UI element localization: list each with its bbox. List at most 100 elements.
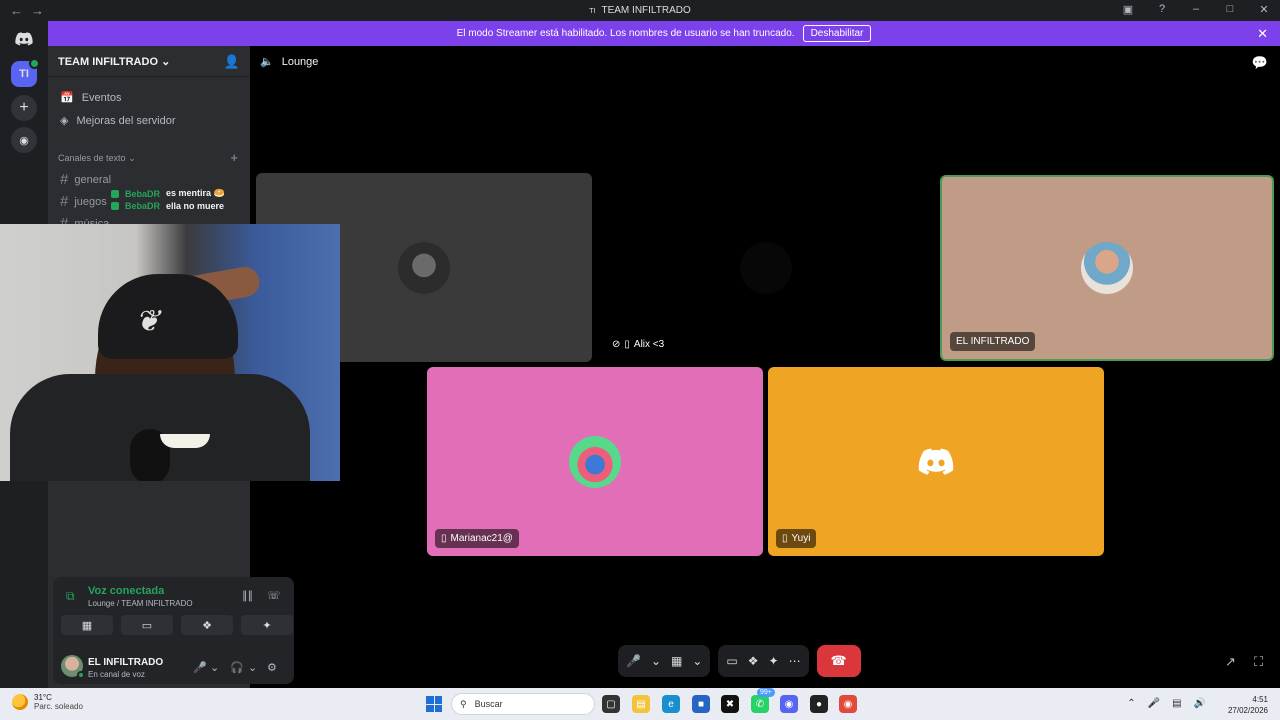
volume-icon[interactable]: 🔊 (1194, 698, 1206, 709)
sidebar-item-events[interactable]: 📅 Eventos (60, 91, 121, 105)
taskbar-search[interactable]: ⚲ Buscar (451, 693, 595, 715)
mobile-icon: ▯ (441, 533, 447, 544)
share-controls[interactable]: ▭ ❖ ✦ ⋯ (718, 645, 809, 677)
obs-icon[interactable]: ● (810, 695, 828, 713)
channel-juegos[interactable]: # juegos (60, 193, 107, 210)
store-icon[interactable]: ■ (692, 695, 710, 713)
window-titlebar: ←→ TI TEAM INFILTRADO ▣ ? – □ ✕ (0, 0, 1280, 21)
boost-icon: ◈ (60, 115, 69, 127)
sidebar-item-boosts[interactable]: ◈ Mejoras del servidor (60, 114, 176, 128)
settings-gear-icon[interactable]: ⚙ (267, 661, 277, 674)
streamer-webcam-overlay: ❦ (0, 224, 340, 481)
server-team-infiltrado[interactable]: TI (11, 58, 40, 87)
invite-people-icon[interactable]: 👤 (224, 54, 240, 70)
participant-tile[interactable]: ⊘ ▯ Alix <3 (598, 173, 934, 362)
avatar[interactable] (61, 655, 85, 679)
popout-icon[interactable]: ↗ (1225, 654, 1236, 670)
participant-tile-speaking[interactable]: EL INFILTRADO (940, 175, 1274, 361)
camera-off-icon[interactable]: ▦ (671, 654, 682, 668)
sun-icon (12, 694, 28, 710)
mobile-icon: ▯ (782, 533, 788, 544)
chat-bubble-icon[interactable]: 💬 (1252, 55, 1268, 71)
chevron-down-icon[interactable]: ⌄ (692, 654, 702, 668)
microphone-icon[interactable]: 🎤 (626, 654, 641, 668)
microphone-icon[interactable]: 🎤 (1148, 698, 1160, 709)
camera-off-icon: ▦ (81, 619, 93, 632)
microphone-icon[interactable]: 🎤 (193, 661, 207, 674)
chevron-down-icon: ⌄ (161, 56, 171, 68)
help-icon[interactable]: ? (1154, 3, 1170, 16)
server-name-header[interactable]: TEAM INFILTRADO ⌄ (58, 55, 170, 68)
signal-icon[interactable]: ⧉ (66, 589, 75, 604)
user-status: En canal de voz (88, 670, 145, 679)
weather-widget[interactable]: 31°C Parc. soleado (12, 693, 83, 711)
noise-suppression-icon[interactable]: ∥∥ (242, 589, 253, 602)
category-text-channels[interactable]: Canales de texto ⌄ (58, 153, 136, 164)
chevron-down-icon[interactable]: ⌄ (248, 661, 257, 674)
system-tray: ⌃ 🎤 ▤ 🔊 (1127, 698, 1206, 709)
disable-streamer-button[interactable]: Deshabilitar (802, 25, 872, 42)
participant-label: ▯ Marianac21@ (435, 529, 519, 548)
create-channel-icon[interactable]: + (230, 150, 238, 165)
soundboard-icon: ✦ (262, 619, 272, 632)
user-panel: EL INFILTRADO En canal de voz 🎤 ⌄ 🎧 ⌄ ⚙ (53, 649, 294, 684)
file-explorer-icon[interactable]: ▤ (632, 695, 650, 713)
voice-location[interactable]: Lounge / TEAM INFILTRADO (88, 599, 193, 608)
channel-activity-item: BebaDR ella no muere (111, 201, 224, 211)
activities-button[interactable]: ❖ (181, 615, 233, 635)
minimize-button[interactable]: – (1188, 3, 1204, 16)
add-server-icon[interactable]: + (11, 95, 37, 121)
chevron-down-icon[interactable]: ⌄ (210, 661, 219, 674)
capcut-icon[interactable]: ✖ (721, 695, 739, 713)
speaker-icon: 🔈 (260, 56, 274, 68)
chevron-up-icon[interactable]: ⌃ (1127, 698, 1135, 709)
headphones-icon[interactable]: 🎧 (230, 661, 244, 674)
disconnect-icon[interactable]: ☏ (267, 589, 281, 602)
edge-icon[interactable]: e (662, 695, 680, 713)
soundboard-icon[interactable]: ✦ (769, 654, 779, 668)
close-icon[interactable]: ✕ (1257, 26, 1268, 42)
fullscreen-icon[interactable]: ⛶ (1254, 654, 1263, 670)
channel-general[interactable]: # general (60, 171, 111, 188)
notification-badge: 99+ (757, 688, 775, 697)
discord-taskbar-icon[interactable]: ◉ (780, 695, 798, 713)
activities-icon: ❖ (202, 619, 212, 632)
discord-home-icon[interactable] (11, 26, 37, 52)
chrome-icon[interactable]: ◉ (839, 695, 857, 713)
voice-channel-header: 🔈 Lounge (260, 55, 319, 69)
windows-start-icon[interactable] (426, 696, 442, 712)
discover-icon[interactable]: ◉ (11, 127, 37, 153)
muted-icon: ⊘ (612, 339, 621, 350)
user-name[interactable]: EL INFILTRADO (88, 657, 163, 668)
participant-tile[interactable]: ▯ Marianac21@ (427, 367, 763, 556)
discord-logo-icon (918, 448, 954, 476)
participant-label: ▯ Yuyi (776, 529, 817, 548)
screen-share-icon[interactable]: ▭ (726, 654, 737, 668)
whatsapp-icon[interactable]: ✆ (751, 695, 769, 713)
system-clock[interactable]: 4:51 27/02/2026 (1228, 694, 1268, 716)
network-icon[interactable]: ▤ (1172, 698, 1181, 709)
inbox-icon[interactable]: ▣ (1120, 3, 1136, 16)
more-options-icon[interactable]: ⋯ (789, 654, 801, 668)
banner-text: El modo Streamer está habilitado. Los no… (456, 28, 795, 39)
server-tab-icon: TI (589, 8, 596, 15)
camera-off-button[interactable]: ▦ (61, 615, 113, 635)
disconnect-button[interactable]: ☎ (816, 645, 861, 677)
soundboard-button[interactable]: ✦ (241, 615, 293, 635)
task-view-icon[interactable]: ▢ (602, 695, 620, 713)
channel-activity-item: BebaDR es mentira 🥯 (111, 188, 225, 199)
participant-tile[interactable]: ▯ Yuyi (768, 367, 1104, 556)
avatar (1081, 242, 1133, 294)
voice-status[interactable]: Voz conectada (88, 585, 164, 597)
share-screen-button[interactable]: ▭ (121, 615, 173, 635)
activities-icon[interactable]: ❖ (748, 654, 759, 668)
close-window-button[interactable]: ✕ (1256, 3, 1272, 16)
avatar (398, 241, 450, 294)
maximize-button[interactable]: □ (1222, 3, 1238, 16)
hangup-icon: ☎ (830, 653, 847, 668)
chevron-down-icon: ⌄ (128, 153, 136, 163)
smile (160, 434, 210, 448)
game-icon (111, 202, 119, 210)
chevron-down-icon[interactable]: ⌄ (651, 654, 661, 668)
mic-control[interactable]: 🎤 ⌄ ▦ ⌄ (618, 645, 711, 677)
